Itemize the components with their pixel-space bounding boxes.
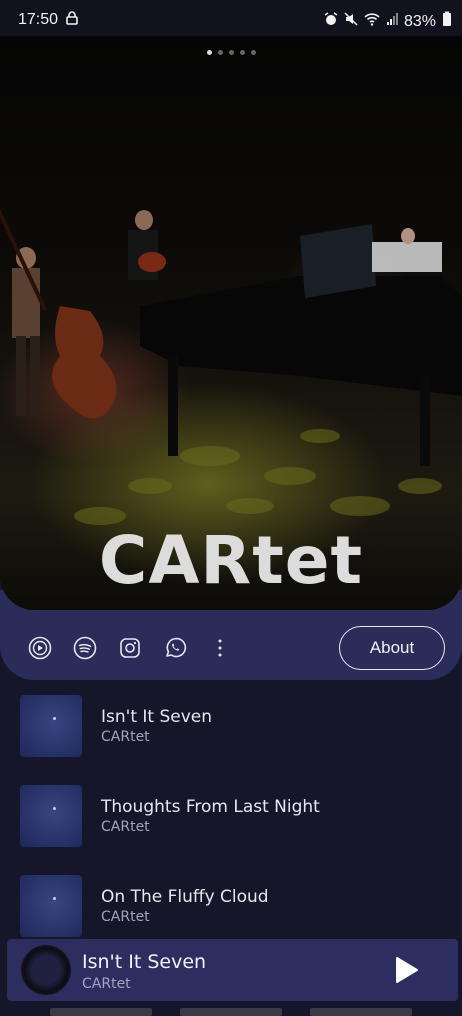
nav-recents[interactable] [50, 1008, 152, 1016]
alarm-icon [324, 12, 338, 31]
spotify-icon[interactable] [73, 636, 97, 660]
more-vertical-icon[interactable] [208, 636, 232, 660]
track-artist: CARtet [101, 729, 150, 745]
track-item[interactable]: Thoughts From Last Night CARtet [20, 785, 440, 849]
page-indicator [0, 50, 462, 55]
signal-icon [386, 12, 398, 31]
track-item[interactable]: Isn't It Seven CARtet [20, 695, 440, 759]
now-playing-bar[interactable]: Isn't It Seven CARtet [7, 939, 458, 1001]
track-item[interactable]: On The Fluffy Cloud CARtet [20, 875, 440, 939]
track-title: Thoughts From Last Night [101, 797, 320, 817]
hero-image[interactable]: CARtet [0, 36, 462, 610]
track-title: On The Fluffy Cloud [101, 887, 269, 907]
track-thumbnail [20, 695, 82, 757]
band-name-title: CARtet [98, 522, 364, 599]
track-artist: CARtet [101, 909, 150, 925]
youtube-play-icon[interactable] [28, 636, 52, 660]
page-dot[interactable] [228, 50, 234, 55]
wifi-icon [364, 12, 380, 31]
battery-text: 83% [403, 12, 436, 30]
play-icon [396, 957, 418, 983]
page-dot[interactable] [250, 50, 256, 55]
nav-back[interactable] [310, 1008, 412, 1016]
track-thumbnail [20, 785, 82, 847]
about-button[interactable]: About [339, 626, 445, 670]
page-dot[interactable] [206, 50, 212, 55]
mute-icon [344, 12, 358, 31]
album-disc-icon [21, 945, 71, 995]
track-artist: CARtet [101, 819, 150, 835]
status-time: 17:50 [18, 11, 59, 28]
nav-home[interactable] [180, 1008, 282, 1016]
track-thumbnail [20, 875, 82, 937]
status-indicators: 83% [324, 11, 452, 32]
instagram-icon[interactable] [118, 636, 142, 660]
page-dot[interactable] [239, 50, 245, 55]
battery-icon [442, 11, 452, 32]
lock-icon [66, 11, 78, 30]
play-button[interactable] [391, 955, 421, 985]
system-nav-bar [0, 1008, 462, 1016]
now-playing-title: Isn't It Seven [82, 951, 207, 973]
track-title: Isn't It Seven [101, 707, 213, 727]
page-dot[interactable] [217, 50, 223, 55]
whatsapp-icon[interactable] [163, 636, 187, 660]
social-links [28, 636, 232, 660]
status-bar: 17:50 83% [0, 0, 462, 36]
now-playing-artist: CARtet [82, 976, 131, 992]
